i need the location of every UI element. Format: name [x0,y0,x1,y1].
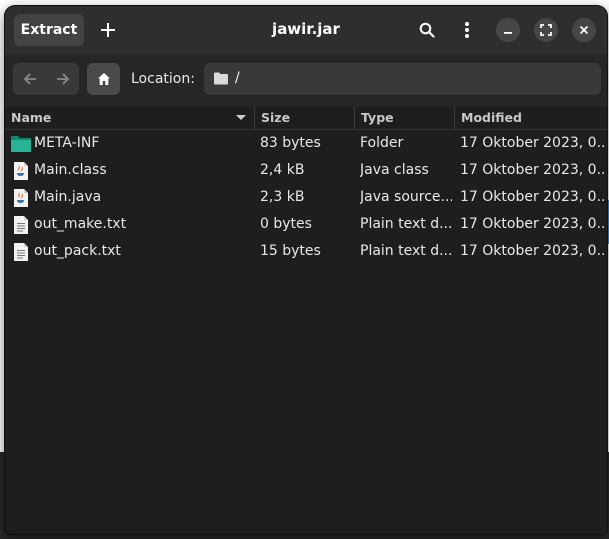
search-icon [419,22,435,38]
file-row[interactable]: META-INF 83 bytes Folder 17 Oktober 2023… [5,130,607,157]
file-type: Folder [360,135,404,151]
column-header-label: Type [361,110,394,125]
vertical-dots-icon [465,22,469,38]
plus-icon [101,23,115,37]
close-icon [579,25,589,35]
file-type: Java source... [360,189,452,205]
minimize-button[interactable] [496,18,520,42]
file-name: Main.class [34,162,107,178]
minimize-icon [504,32,512,34]
file-modified: 17 Oktober 2023, 0... [460,135,605,151]
column-header-label: Name [11,110,52,125]
location-path: / [235,70,240,86]
file-type: Plain text d... [360,216,452,232]
file-size: 0 bytes [260,216,312,232]
file-size: 15 bytes [260,243,321,259]
folder-icon [214,72,228,85]
column-header-name[interactable]: Name [5,107,255,129]
navigation-button-group [13,63,79,95]
file-type: Plain text d... [360,243,452,259]
text-file-icon [14,243,28,261]
file-row[interactable]: out_pack.txt 15 bytes Plain text d... 17… [5,238,607,265]
file-row[interactable]: Main.class 2,4 kB Java class 17 Oktober … [5,157,607,184]
column-header-row: Name Size Type Modified [5,107,607,130]
home-button[interactable] [87,63,120,95]
column-header-modified[interactable]: Modified [455,107,607,129]
add-files-button[interactable] [93,14,123,46]
file-size: 83 bytes [260,135,321,151]
maximize-button[interactable] [534,18,558,42]
java-file-icon [14,189,28,207]
sort-descending-icon [236,115,246,120]
headerbar: Extract jawir.jar [5,6,607,54]
file-row[interactable]: Main.java 2,3 kB Java source... 17 Oktob… [5,184,607,211]
main-menu-button[interactable] [452,15,482,45]
text-file-icon [14,216,28,234]
home-icon [97,73,110,85]
back-button[interactable] [13,63,46,95]
extract-button[interactable]: Extract [14,14,84,46]
file-modified: 17 Oktober 2023, 0... [460,162,605,178]
file-name: META-INF [34,135,100,151]
file-name: out_pack.txt [34,243,121,259]
column-header-type[interactable]: Type [355,107,455,129]
maximize-icon [540,24,552,36]
column-header-label: Modified [461,110,522,125]
file-row[interactable]: out_make.txt 0 bytes Plain text d... 17 … [5,211,607,238]
column-header-size[interactable]: Size [255,107,355,129]
java-file-icon [14,162,28,180]
file-list: Name Size Type Modified META-INF 83 byte… [5,107,607,534]
archive-manager-window: Extract jawir.jar Location: / Name Size … [5,6,607,534]
file-type: Java class [360,162,429,178]
file-modified: 17 Oktober 2023, 0... [460,216,605,232]
arrow-left-icon [23,73,36,85]
arrow-right-icon [56,73,69,85]
folder-icon [11,136,31,152]
file-size: 2,3 kB [260,189,305,205]
file-modified: 17 Oktober 2023, 0... [460,189,605,205]
forward-button[interactable] [46,63,79,95]
location-bar: Location: / [5,54,607,107]
file-size: 2,4 kB [260,162,305,178]
close-button[interactable] [572,18,596,42]
location-label: Location: [131,71,195,87]
file-name: out_make.txt [34,216,127,232]
location-entry[interactable]: / [204,63,601,95]
file-modified: 17 Oktober 2023, 0... [460,243,605,259]
search-button[interactable] [412,15,442,45]
file-name: Main.java [34,189,102,205]
column-header-label: Size [261,110,291,125]
